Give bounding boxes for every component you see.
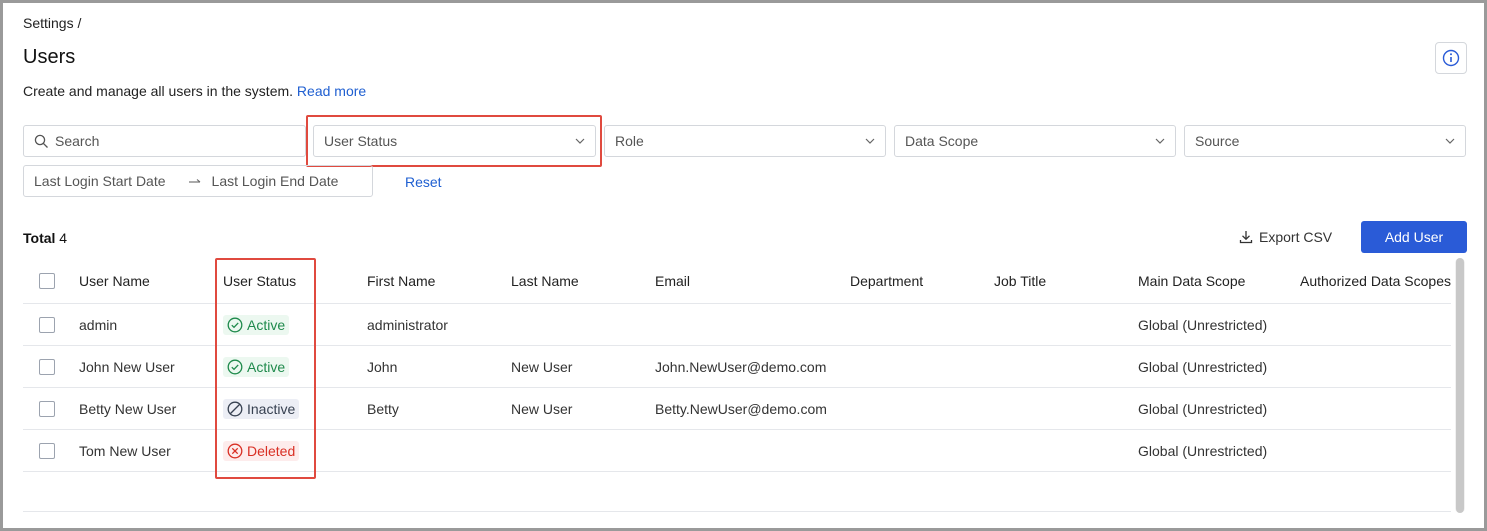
info-button[interactable] — [1435, 42, 1467, 74]
column-header-department[interactable]: Department — [850, 258, 923, 303]
row-select-cell — [39, 346, 55, 387]
last-name-cell: New User — [511, 358, 573, 375]
arrow-right-icon — [188, 173, 202, 189]
data-scope-select-label: Data Scope — [905, 133, 979, 149]
source-select-label: Source — [1195, 133, 1240, 149]
download-icon — [1239, 231, 1253, 244]
column-header-main-data-scope[interactable]: Main Data Scope — [1138, 258, 1245, 303]
first-name-cell: John — [367, 358, 398, 375]
info-icon — [1442, 49, 1460, 67]
data-scope-select[interactable]: Data Scope — [894, 125, 1176, 157]
chevron-down-icon — [865, 138, 875, 144]
description-text: Create and manage all users in the syste… — [23, 83, 294, 99]
row-checkbox[interactable] — [39, 358, 55, 375]
search-icon — [34, 134, 48, 148]
column-header-last-name[interactable]: Last Name — [511, 258, 579, 303]
role-select[interactable]: Role — [604, 125, 886, 157]
row-select-cell — [39, 304, 55, 345]
user-name-cell: Betty New User — [79, 400, 177, 417]
column-header-email[interactable]: Email — [655, 258, 690, 303]
user-name-cell: admin — [79, 316, 118, 333]
last-login-end-input[interactable]: Last Login End Date — [212, 173, 339, 189]
user-name-cell: John New User — [79, 358, 175, 375]
first-name-cell: administrator — [367, 316, 448, 333]
role-select-label: Role — [615, 133, 644, 149]
table-scrollbar-thumb[interactable] — [1456, 258, 1464, 513]
table-bottom-divider — [23, 511, 1451, 512]
last-name-cell: New User — [511, 400, 573, 417]
export-csv-button[interactable]: Export CSV — [1239, 229, 1332, 245]
highlight-user-status-filter — [306, 115, 602, 167]
chevron-down-icon — [1155, 138, 1165, 144]
page-title: Users — [23, 46, 76, 68]
search-input[interactable] — [55, 133, 285, 149]
add-user-button[interactable]: Add User — [1361, 221, 1467, 253]
search-field[interactable] — [23, 125, 306, 157]
table-scrollbar[interactable] — [1455, 258, 1465, 513]
total-count: Total 4 — [23, 230, 67, 246]
row-select-cell — [39, 430, 55, 471]
main-data-scope-cell: Global (Unrestricted) — [1138, 358, 1268, 375]
chevron-down-icon — [1445, 138, 1455, 144]
last-login-date-range[interactable]: Last Login Start Date Last Login End Dat… — [23, 165, 373, 197]
row-checkbox[interactable] — [39, 316, 55, 333]
row-checkbox[interactable] — [39, 442, 55, 459]
column-header-job-title[interactable]: Job Title — [994, 258, 1046, 303]
source-select[interactable]: Source — [1184, 125, 1466, 157]
row-select-cell — [39, 388, 55, 429]
highlight-user-status-column — [215, 258, 316, 479]
column-header-first-name[interactable]: First Name — [367, 258, 435, 303]
select-all-checkbox[interactable] — [39, 272, 55, 289]
select-all-cell — [39, 258, 55, 303]
export-csv-label: Export CSV — [1259, 229, 1333, 245]
main-data-scope-cell: Global (Unrestricted) — [1138, 400, 1268, 417]
page-description: Create and manage all users in the syste… — [23, 83, 366, 99]
first-name-cell: Betty — [367, 400, 399, 417]
total-value: 4 — [59, 230, 68, 246]
email-cell: John.NewUser@demo.com — [655, 358, 827, 375]
column-header-authorized-data-scopes[interactable]: Authorized Data Scopes — [1300, 258, 1451, 303]
total-label: Total — [23, 230, 56, 246]
email-cell: Betty.NewUser@demo.com — [655, 400, 827, 417]
breadcrumb[interactable]: Settings / — [23, 15, 81, 31]
app-frame: Settings / Users Create and manage all u… — [0, 0, 1487, 531]
row-checkbox[interactable] — [39, 400, 55, 417]
read-more-link[interactable]: Read more — [297, 83, 366, 99]
last-login-start-input[interactable]: Last Login Start Date — [34, 173, 166, 189]
main-data-scope-cell: Global (Unrestricted) — [1138, 442, 1268, 459]
reset-button[interactable]: Reset — [405, 174, 442, 190]
column-header-user-name[interactable]: User Name — [79, 258, 150, 303]
user-name-cell: Tom New User — [79, 442, 171, 459]
main-data-scope-cell: Global (Unrestricted) — [1138, 316, 1268, 333]
